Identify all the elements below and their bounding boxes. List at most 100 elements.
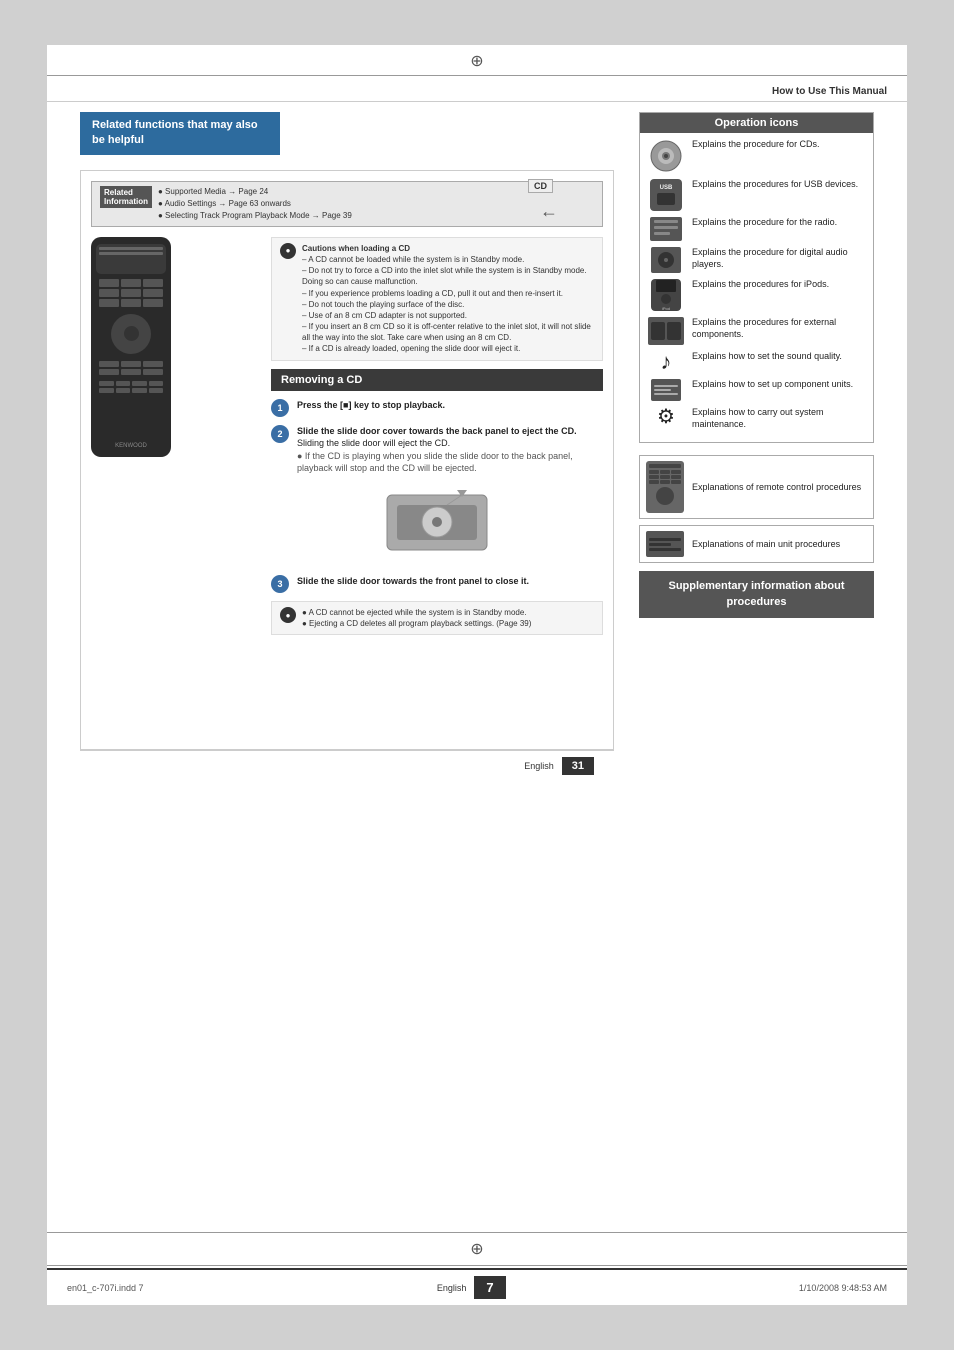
- icon-desc-radio: Explains the procedure for the radio.: [692, 217, 865, 229]
- remote-btn: [121, 369, 141, 375]
- page-content-area: ● Cautions when loading a CD – A CD cann…: [181, 237, 603, 644]
- content-page: CD ← RelatedInformation ● Supported Medi…: [80, 170, 614, 750]
- icon-desc-cd: Explains the procedure for CDs.: [692, 139, 865, 151]
- caution-text: Cautions when loading a CD – A CD cannot…: [302, 243, 594, 355]
- op-icons-title: Operation icons: [640, 113, 873, 133]
- r-btn: [671, 470, 681, 474]
- ipod-icon: iPod: [651, 279, 681, 311]
- left-panel: Related functions that may also be helpf…: [65, 102, 629, 1230]
- remote-btn: [99, 299, 119, 307]
- related-item-1: ● Supported Media → Page 24: [158, 186, 352, 198]
- remote-btn: [143, 369, 163, 375]
- explain-text-main: Explanations of main unit procedures: [692, 539, 840, 551]
- step-1: 1 Press the [■] key to stop playback.: [271, 399, 603, 417]
- remote-btn: [143, 279, 163, 287]
- remote-btn: [143, 289, 163, 297]
- radio-line: [654, 220, 678, 223]
- remote-line: [99, 252, 163, 255]
- r-btn: [660, 470, 670, 474]
- icon-desc-external: Explains the procedures for external com…: [692, 317, 865, 340]
- r-btn: [660, 480, 670, 484]
- cd-icon: [649, 139, 683, 173]
- cd-illustration: [271, 485, 603, 565]
- step-3-text: Slide the slide door towards the front p…: [297, 575, 603, 588]
- setup-icon: [651, 379, 681, 401]
- ext-device-2: [667, 322, 681, 340]
- bottom-cross-mark: ⊕: [47, 1235, 907, 1263]
- radio-line: [654, 232, 670, 235]
- bottom-language: English: [437, 1283, 467, 1293]
- icon-cell-radio: [648, 217, 684, 241]
- main-content: Related functions that may also be helpf…: [47, 102, 907, 1230]
- r-btns: [649, 470, 681, 484]
- icon-desc-maintenance: Explains how to carry out system mainten…: [692, 407, 865, 430]
- remote-btn: [143, 361, 163, 367]
- related-functions-label: Related functions that may also be helpf…: [92, 119, 258, 146]
- content-with-remote: KENWOOD ● Cautions when loading a CD – A…: [91, 237, 603, 644]
- r-btn: [671, 475, 681, 479]
- main-unit-explain-icon: [646, 531, 684, 557]
- icon-desc-usb: Explains the procedures for USB devices.: [692, 179, 865, 191]
- bottom-bar: en01_c-707i.indd 7 English 7 1/10/2008 9…: [47, 1268, 907, 1305]
- section-title: Removing a CD: [281, 374, 362, 386]
- final-notes-dot: ●: [280, 607, 296, 623]
- caution-box: ● Cautions when loading a CD – A CD cann…: [271, 237, 603, 361]
- footer-language: English: [524, 761, 554, 771]
- r-line: [649, 464, 681, 468]
- remote-btn: [99, 361, 119, 367]
- icon-cell-digital: [648, 247, 684, 273]
- remote-body: KENWOOD: [91, 237, 171, 457]
- step-1-num: 1: [271, 399, 289, 417]
- remote-wheel-center: [124, 326, 139, 341]
- setup-line: [654, 393, 678, 395]
- op-icons-body: Explains the procedure for CDs. USB Expl…: [640, 133, 873, 442]
- supplementary-text: Supplementary information about procedur…: [668, 580, 844, 607]
- remote-brand: KENWOOD: [96, 443, 166, 449]
- icon-cell-maintenance: ⚙: [648, 407, 684, 427]
- bottom-file: en01_c-707i.indd 7: [67, 1283, 144, 1293]
- remote-btn: [116, 388, 131, 393]
- icon-desc-ipod: Explains the procedures for iPods.: [692, 279, 865, 291]
- remote-btn: [121, 361, 141, 367]
- remote-btn: [143, 299, 163, 307]
- r-btn: [660, 475, 670, 479]
- radio-icon: [650, 217, 682, 241]
- icon-row-sound: ♪ Explains how to set the sound quality.: [648, 351, 865, 373]
- r-btn: [671, 480, 681, 484]
- related-functions-box: Related functions that may also be helpf…: [80, 112, 280, 155]
- usb-icon: USB: [650, 179, 682, 211]
- page-header-title: How to Use This Manual: [772, 86, 887, 97]
- remote-btn: [132, 381, 147, 386]
- icon-desc-digital: Explains the procedure for digital audio…: [692, 247, 865, 270]
- step-2-num: 2: [271, 425, 289, 443]
- digital-icon: [651, 247, 681, 273]
- step-3-num: 3: [271, 575, 289, 593]
- remote-btn: [132, 388, 147, 393]
- icon-row-usb: USB Explains the procedures for USB devi…: [648, 179, 865, 211]
- related-items: ● Supported Media → Page 24 ● Audio Sett…: [158, 186, 352, 222]
- digital-disc: [658, 252, 674, 268]
- arrow-icon: ←: [540, 201, 558, 222]
- final-notes-text: ● A CD cannot be ejected while the syste…: [302, 607, 531, 629]
- explain-box-remote: Explanations of remote control procedure…: [639, 455, 874, 519]
- r-wheel: [656, 487, 674, 505]
- maintenance-icon: ⚙: [657, 407, 675, 427]
- remote-btn: [121, 279, 141, 287]
- remote-line: [99, 247, 163, 250]
- remote-btn: [99, 279, 119, 287]
- cd-tray-svg: [377, 485, 497, 560]
- final-notes-box: ● ● A CD cannot be ejected while the sys…: [271, 601, 603, 635]
- icon-cell-usb: USB: [648, 179, 684, 211]
- remote-illustration: KENWOOD: [91, 237, 171, 644]
- remote-btn: [149, 388, 164, 393]
- setup-line: [654, 385, 678, 387]
- sound-icon: ♪: [661, 351, 672, 373]
- content-page-label: CD: [528, 179, 553, 193]
- ipod-wheel: [661, 294, 671, 304]
- radio-line: [654, 226, 678, 229]
- left-panel-footer: English 31: [80, 750, 614, 781]
- icon-row-ipod: iPod Explains the procedures for iPods.: [648, 279, 865, 311]
- explain-box-main: Explanations of main unit procedures: [639, 525, 874, 563]
- related-item-2: ● Audio Settings → Page 63 onwards: [158, 198, 352, 210]
- ipod-screen: [656, 280, 676, 292]
